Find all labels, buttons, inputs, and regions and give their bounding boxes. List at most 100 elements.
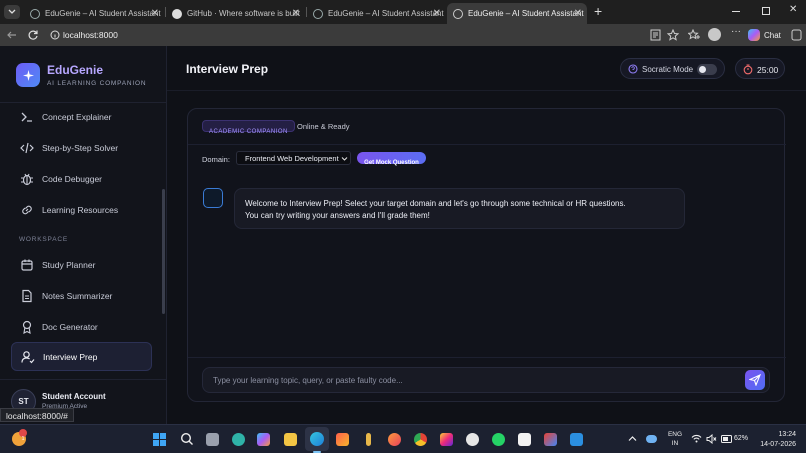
gmail-icon[interactable] [544, 433, 557, 446]
domain-label: Domain: [202, 155, 230, 164]
search-icon[interactable] [180, 432, 194, 446]
sidebar-item-code-debugger[interactable]: Code Debugger [11, 165, 152, 193]
app-a-icon[interactable] [518, 433, 531, 446]
award-icon [22, 320, 32, 334]
close-icon[interactable]: ✕ [574, 8, 582, 19]
clock[interactable]: 13:24 14-07-2026 [756, 430, 796, 450]
nav-label: Interview Prep [43, 352, 98, 362]
window-close-icon[interactable]: ✕ [789, 4, 797, 15]
file-explorer-icon[interactable] [284, 433, 297, 446]
close-icon[interactable]: ✕ [292, 8, 300, 19]
sidebar-item-interview-prep[interactable]: Interview Prep [11, 342, 152, 371]
reader-view-icon[interactable] [650, 29, 661, 41]
copilot-side-icon[interactable] [791, 29, 802, 41]
globe-icon [453, 8, 463, 19]
tab-title: GitHub · Where software is built [187, 9, 300, 18]
battery-icon[interactable] [721, 435, 733, 443]
tab-title: EduGenie – AI Student Assistant [328, 9, 444, 18]
browser-tab[interactable]: EduGenie – AI Student Assistant ✕ [24, 3, 164, 24]
favorites-icon[interactable] [688, 29, 700, 41]
close-icon[interactable]: ✕ [433, 8, 441, 19]
firefox-icon[interactable] [388, 433, 401, 446]
edge-logo [310, 432, 324, 446]
domain-select[interactable]: Frontend Web Development [236, 151, 351, 165]
sidebar-item-learning-resources[interactable]: Learning Resources [11, 196, 152, 224]
main-panel: Interview Prep Socratic Mode 25:00 ACADE… [167, 46, 806, 424]
toggle-knob [699, 66, 706, 73]
copilot-icon[interactable] [257, 433, 270, 446]
sidebar-item-notes-summarizer[interactable]: Notes Summarizer [11, 282, 152, 310]
adobe-app-icon[interactable] [336, 433, 349, 446]
url-text: localhost:8000 [63, 30, 118, 40]
terminal-icon [21, 112, 32, 122]
minimize-icon[interactable] [732, 11, 740, 12]
cloud-icon[interactable] [646, 435, 657, 443]
badge-text: ACADEMIC COMPANION [209, 129, 288, 135]
pen-app-icon[interactable] [366, 433, 371, 446]
link-icon [22, 205, 32, 215]
code-icon [20, 142, 34, 154]
account-name: Student Account [42, 392, 106, 401]
lang-line-2: IN [671, 440, 679, 447]
online-status: Online & Ready [297, 122, 350, 131]
browser-tab-active[interactable]: EduGenie – AI Student Assistant ✕ [447, 3, 587, 24]
bot-message-bubble: Welcome to Interview Prep! Select your t… [234, 188, 685, 229]
copilot-icon [748, 29, 760, 41]
address-bar: localhost:8000 ··· Chat [0, 24, 806, 46]
status-url-tooltip: localhost:8000/# [0, 408, 74, 422]
refresh-icon[interactable] [27, 29, 39, 41]
chat-input[interactable]: Type your learning topic, query, or past… [202, 367, 770, 393]
info-icon[interactable] [50, 30, 60, 40]
notification-count: 1 [21, 436, 25, 442]
new-tab-icon[interactable]: + [594, 3, 602, 19]
wifi-icon[interactable] [691, 434, 702, 443]
sidebar-item-study-planner[interactable]: Study Planner [11, 251, 152, 279]
browser-tab[interactable]: EduGenie – AI Student Assistant ✕ [307, 3, 446, 24]
toggle-switch[interactable] [697, 64, 717, 75]
calendar-icon [21, 259, 33, 271]
more-options-icon[interactable]: ··· [731, 26, 741, 37]
sidebar-scrollbar[interactable] [162, 189, 165, 314]
user-check-icon [21, 351, 35, 364]
chrome-icon[interactable] [414, 433, 427, 446]
globe-icon [30, 8, 40, 19]
instagram-icon[interactable] [440, 433, 453, 446]
sparkle-icon [22, 69, 34, 81]
nav-label: Concept Explainer [42, 112, 112, 122]
chatgpt-icon[interactable] [466, 433, 479, 446]
task-view-icon[interactable] [206, 433, 219, 446]
chevron-up-icon[interactable] [628, 435, 637, 442]
input-placeholder: Type your learning topic, query, or past… [213, 376, 403, 385]
speaker-muted-icon[interactable] [706, 434, 717, 444]
help-circle-icon [628, 64, 638, 74]
get-mock-question-button[interactable]: Get Mock Question [357, 152, 426, 166]
send-icon [749, 374, 761, 386]
avatar-initials: ST [18, 397, 29, 406]
pomodoro-timer[interactable]: 25:00 [735, 58, 785, 79]
copilot-app-icon[interactable] [232, 433, 245, 446]
lang-line-1: ENG [667, 431, 683, 438]
maximize-icon[interactable] [762, 7, 770, 15]
close-icon[interactable]: ✕ [151, 8, 159, 19]
tab-list-chevron-icon[interactable] [4, 5, 20, 19]
vscode-icon[interactable] [570, 433, 583, 446]
socratic-mode-toggle[interactable]: Socratic Mode [620, 58, 725, 79]
start-menu-icon[interactable] [153, 433, 166, 446]
back-icon[interactable] [6, 29, 18, 41]
globe-icon [313, 8, 323, 19]
sidebar-item-concept-explainer[interactable]: Concept Explainer [11, 103, 152, 131]
edge-browser-icon[interactable] [305, 427, 329, 451]
sidebar-item-step-by-step-solver[interactable]: Step-by-Step Solver [11, 134, 152, 162]
browser-tab[interactable]: GitHub · Where software is built ✕ [166, 3, 305, 24]
favorite-star-icon[interactable] [667, 29, 679, 41]
url-field[interactable]: localhost:8000 [46, 27, 686, 43]
sidebar-item-doc-generator[interactable]: Doc Generator [11, 313, 152, 341]
tab-title: EduGenie – AI Student Assistant [45, 9, 161, 18]
profile-avatar[interactable] [708, 28, 721, 41]
chat-card: ACADEMIC COMPANION Online & Ready Domain… [187, 108, 786, 402]
nav-label: Step-by-Step Solver [42, 143, 119, 153]
language-indicator[interactable]: ENG IN [667, 430, 683, 448]
send-button[interactable] [745, 370, 765, 390]
whatsapp-icon[interactable] [492, 433, 505, 446]
copilot-chat-button[interactable]: Chat [748, 27, 788, 43]
